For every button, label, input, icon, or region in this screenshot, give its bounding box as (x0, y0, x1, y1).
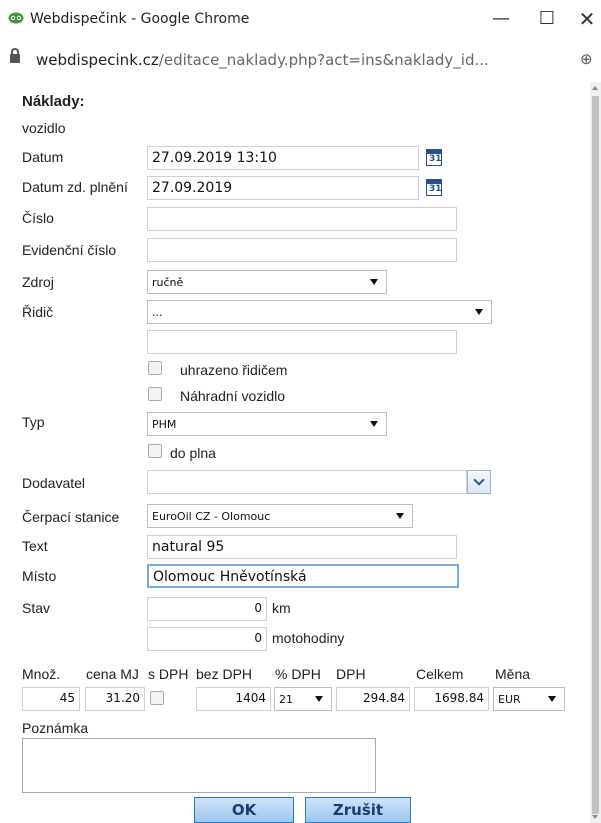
chevron-down-icon (473, 474, 485, 486)
typ-select-value: PHM (152, 418, 177, 431)
url-path: /editace_naklady.php?act=ins&naklady_id.… (158, 51, 489, 69)
label-text: Text (22, 538, 48, 554)
stav-motohodiny-input[interactable]: 0 (147, 627, 267, 651)
scrollbar[interactable] (590, 82, 601, 823)
header-procento-dph: % DPH (275, 666, 321, 682)
dropdown-arrow-icon (396, 513, 404, 519)
url-text[interactable]: webdispecink.cz/editace_naklady.php?act=… (36, 51, 489, 69)
dropdown-arrow-icon (475, 309, 483, 315)
label-evidencni-cislo: Evidenční číslo (22, 242, 117, 258)
maximize-button[interactable]: ☐ (530, 6, 564, 32)
bez-dph-input[interactable]: 1404 (196, 687, 271, 711)
text-input[interactable]: natural 95 (147, 535, 457, 559)
label-cerpaci-stanice: Čerpací stanice (22, 509, 120, 525)
misto-input[interactable]: Olomouc Hněvotínská (147, 564, 459, 588)
dropdown-arrow-icon (370, 279, 378, 285)
km-unit: km (272, 600, 291, 616)
celkem-input[interactable]: 1698.84 (414, 687, 489, 711)
zdroj-select[interactable]: ručně (147, 270, 387, 294)
procento-dph-select[interactable]: 21 (274, 687, 332, 711)
label-vozidlo: vozidlo (22, 120, 66, 136)
label-cislo: Číslo (22, 210, 54, 226)
header-dph: DPH (336, 666, 366, 682)
cerpaci-stanice-select[interactable]: EuroOil CZ - Olomouc (147, 504, 413, 528)
dph-input[interactable]: 294.84 (336, 687, 410, 711)
mnozstvi-input[interactable]: 45 (22, 687, 80, 711)
label-poznamka: Poznámka (22, 720, 89, 736)
header-bez-dph: bez DPH (196, 666, 253, 682)
mena-select-value: EUR (498, 693, 521, 706)
header-cena-mj: cena MJ (86, 666, 139, 682)
datum-input[interactable]: 27.09.2019 13:10 (147, 146, 419, 170)
typ-select[interactable]: PHM (147, 412, 387, 436)
header-s-dph: s DPH (148, 666, 189, 682)
calendar-icon[interactable]: 31 (426, 179, 442, 196)
address-bar[interactable]: webdispecink.cz/editace_naklady.php?act=… (0, 40, 601, 80)
do-plna-label: do plna (170, 445, 216, 461)
label-misto: Místo (22, 568, 57, 584)
label-datum: Datum (22, 149, 64, 165)
label-typ: Typ (22, 414, 45, 430)
zdroj-select-value: ručně (152, 276, 184, 289)
label-zdroj: Zdroj (22, 274, 54, 290)
ridic-select-value: ... (152, 306, 163, 319)
ok-button[interactable]: OK (194, 797, 294, 823)
calendar-day-number: 31 (429, 184, 442, 194)
poznamka-textarea[interactable] (22, 738, 376, 793)
dropdown-arrow-icon (370, 421, 378, 427)
close-button[interactable]: ✕ (570, 6, 601, 32)
cena-mj-input[interactable]: 31.20 (85, 687, 145, 711)
dodavatel-dropdown-button[interactable] (467, 470, 491, 494)
webdispecink-logo-icon (8, 12, 24, 24)
uhrazeno-checkbox[interactable] (148, 361, 162, 375)
scroll-thumb[interactable] (592, 96, 599, 814)
minimize-button[interactable]: — (484, 6, 518, 32)
nahradni-vozidlo-label: Náhradní vozidlo (180, 388, 286, 404)
header-mena: Měna (495, 666, 531, 682)
dropdown-arrow-icon (315, 696, 323, 702)
form-heading: Náklady: (22, 93, 85, 110)
calendar-day-number: 31 (429, 154, 442, 164)
label-ridic: Řidič (22, 304, 54, 320)
window-title: Webdispečink - Google Chrome (30, 11, 250, 27)
ridic-extra-input[interactable] (147, 330, 457, 354)
browser-titlebar: Webdispečink - Google Chrome — ☐ ✕ (0, 0, 601, 40)
mena-select[interactable]: EUR (493, 687, 565, 711)
evidencni-cislo-input[interactable] (147, 238, 457, 262)
stav-km-input[interactable]: 0 (147, 597, 267, 621)
label-stav: Stav (22, 600, 51, 616)
do-plna-checkbox[interactable] (148, 444, 162, 458)
header-celkem: Celkem (416, 666, 464, 682)
header-mnozstvi: Množ. (22, 666, 61, 682)
cerpaci-stanice-select-value: EuroOil CZ - Olomouc (152, 510, 271, 523)
s-dph-checkbox[interactable] (150, 691, 164, 705)
cislo-input[interactable] (147, 207, 457, 231)
zoom-icon[interactable]: ⊕ (580, 50, 593, 68)
dodavatel-input[interactable] (147, 470, 467, 494)
procento-dph-select-value: 21 (279, 693, 293, 706)
url-domain: webdispecink.cz (36, 51, 159, 69)
nahradni-vozidlo-checkbox[interactable] (148, 387, 162, 401)
calendar-icon[interactable]: 31 (426, 149, 442, 166)
naklady-form: Náklady: vozidlo Datum 27.09.2019 13:10 … (0, 82, 590, 823)
datum-zd-plneni-input[interactable]: 27.09.2019 (147, 176, 419, 200)
ridic-select[interactable]: ... (147, 300, 492, 324)
scroll-up-arrow-icon[interactable] (592, 86, 598, 90)
motohodiny-unit: motohodiny (272, 630, 345, 646)
cancel-button[interactable]: Zrušit (305, 797, 411, 823)
uhrazeno-label: uhrazeno řidičem (180, 362, 288, 378)
dropdown-arrow-icon (548, 696, 556, 702)
scroll-down-arrow-icon[interactable] (592, 815, 598, 819)
label-dodavatel: Dodavatel (22, 475, 86, 491)
lock-icon[interactable] (10, 48, 20, 63)
label-datum-zd-plneni: Datum zd. plnění (22, 179, 128, 195)
